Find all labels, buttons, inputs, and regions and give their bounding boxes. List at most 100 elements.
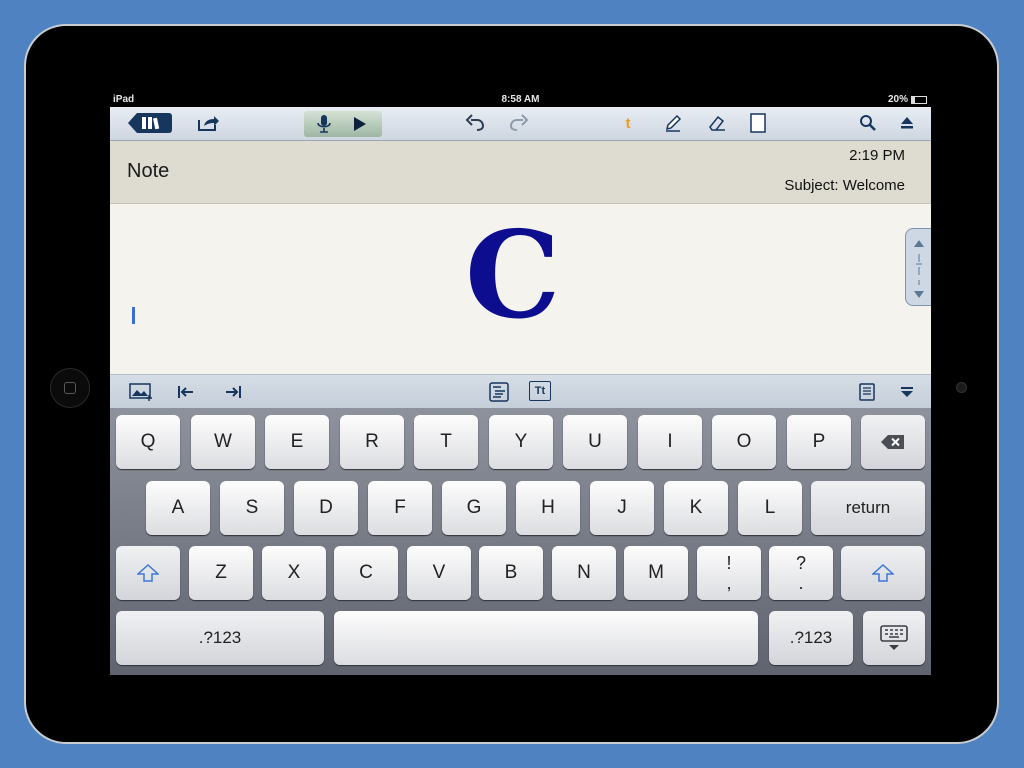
backspace-icon bbox=[881, 435, 904, 449]
status-bar: iPad 8:58 AM 20% bbox=[110, 93, 931, 107]
eraser-button[interactable] bbox=[704, 111, 730, 135]
key-o[interactable]: O bbox=[712, 415, 776, 469]
key-j[interactable]: J bbox=[590, 481, 654, 535]
eraser-icon bbox=[709, 115, 725, 131]
note-title: Note bbox=[127, 160, 170, 182]
shift-icon bbox=[872, 564, 894, 582]
share-icon bbox=[198, 116, 219, 131]
key-s[interactable]: S bbox=[220, 481, 284, 535]
key-v[interactable]: V bbox=[407, 546, 471, 600]
note-subject[interactable]: Subject: Welcome bbox=[784, 177, 905, 194]
insert-image-icon bbox=[129, 383, 152, 401]
key-b[interactable]: B bbox=[479, 546, 543, 600]
key-y[interactable]: Y bbox=[489, 415, 553, 469]
text-size-button[interactable]: Tt bbox=[529, 381, 551, 401]
return-key[interactable]: return bbox=[811, 481, 925, 535]
key-r[interactable]: R bbox=[340, 415, 404, 469]
shift-icon bbox=[137, 564, 159, 582]
undo-icon bbox=[465, 114, 485, 131]
microphone-icon bbox=[317, 115, 331, 133]
key-k[interactable]: K bbox=[664, 481, 728, 535]
screen: iPad 8:58 AM 20% t Note 2:19 PM Subject:… bbox=[110, 93, 931, 675]
on-screen-keyboard: Q W E R T Y U I O P A S D F G H J K L re… bbox=[110, 408, 931, 675]
key-t[interactable]: T bbox=[414, 415, 478, 469]
battery-indicator: 20% bbox=[888, 94, 927, 105]
numbers-key-left[interactable]: .?123 bbox=[116, 611, 324, 665]
backspace-key[interactable] bbox=[861, 415, 925, 469]
indent-button[interactable] bbox=[220, 381, 246, 403]
outdent-button[interactable] bbox=[173, 381, 199, 403]
battery-percent: 20% bbox=[887, 94, 908, 105]
page-scroller[interactable] bbox=[905, 228, 931, 306]
writing-canvas[interactable]: C bbox=[110, 204, 931, 374]
exclamation-label: ! bbox=[726, 553, 732, 573]
format-icon bbox=[489, 382, 509, 402]
note-header: Note 2:19 PM Subject: Welcome bbox=[110, 141, 931, 204]
text-tool-button[interactable]: t bbox=[616, 111, 640, 135]
audio-controls bbox=[304, 111, 382, 137]
page-view-button[interactable] bbox=[854, 381, 880, 403]
key-p[interactable]: P bbox=[787, 415, 851, 469]
key-question-period-labels: ? . bbox=[796, 553, 806, 593]
key-e[interactable]: E bbox=[265, 415, 329, 469]
redo-icon bbox=[509, 114, 529, 131]
key-h[interactable]: H bbox=[516, 481, 580, 535]
numbers-key-right[interactable]: .?123 bbox=[769, 611, 853, 665]
key-u[interactable]: U bbox=[563, 415, 627, 469]
redo-button[interactable] bbox=[506, 111, 532, 135]
eject-icon bbox=[901, 117, 913, 129]
space-bar[interactable] bbox=[334, 611, 758, 665]
indent-icon bbox=[226, 386, 241, 398]
key-w[interactable]: W bbox=[191, 415, 255, 469]
page-button[interactable] bbox=[746, 111, 770, 135]
key-d[interactable]: D bbox=[294, 481, 358, 535]
key-g[interactable]: G bbox=[442, 481, 506, 535]
page-view-icon bbox=[859, 383, 875, 401]
key-a[interactable]: A bbox=[146, 481, 210, 535]
search-icon bbox=[860, 115, 876, 131]
key-q[interactable]: Q bbox=[116, 415, 180, 469]
scroll-arrows-icon bbox=[914, 240, 924, 298]
collapse-toolbar-button[interactable] bbox=[894, 381, 920, 403]
search-button[interactable] bbox=[855, 111, 881, 135]
collapse-icon bbox=[901, 387, 913, 397]
shift-right-key[interactable] bbox=[841, 546, 925, 600]
hide-keyboard-key[interactable] bbox=[863, 611, 925, 665]
page-icon bbox=[750, 113, 766, 133]
library-button[interactable] bbox=[128, 113, 172, 133]
shift-left-key[interactable] bbox=[116, 546, 180, 600]
play-icon bbox=[354, 117, 366, 131]
edit-toolbar: Tt bbox=[110, 374, 931, 409]
library-icon bbox=[142, 117, 160, 130]
key-f[interactable]: F bbox=[368, 481, 432, 535]
insert-image-button[interactable] bbox=[128, 381, 154, 403]
key-x[interactable]: X bbox=[262, 546, 326, 600]
pen-button[interactable] bbox=[660, 111, 686, 135]
main-toolbar: t bbox=[110, 107, 931, 141]
key-exclamation-comma[interactable]: ! , bbox=[697, 546, 761, 600]
format-button[interactable] bbox=[486, 381, 512, 403]
status-time: 8:58 AM bbox=[501, 94, 540, 105]
share-button[interactable] bbox=[194, 111, 222, 135]
home-square-icon bbox=[64, 382, 76, 394]
key-i[interactable]: I bbox=[638, 415, 702, 469]
key-z[interactable]: Z bbox=[189, 546, 253, 600]
record-button[interactable] bbox=[310, 111, 338, 137]
handwritten-character: C bbox=[465, 205, 561, 346]
key-m[interactable]: M bbox=[624, 546, 688, 600]
key-question-period[interactable]: ? . bbox=[769, 546, 833, 600]
home-button[interactable] bbox=[50, 368, 90, 408]
outdent-icon bbox=[178, 386, 193, 398]
question-label: ? bbox=[795, 553, 806, 573]
period-label: . bbox=[798, 573, 804, 593]
battery-icon bbox=[911, 95, 927, 104]
undo-button[interactable] bbox=[462, 111, 488, 135]
hide-keyboard-icon bbox=[880, 625, 908, 650]
key-n[interactable]: N bbox=[552, 546, 616, 600]
eject-button[interactable] bbox=[895, 111, 919, 135]
play-button[interactable] bbox=[346, 111, 374, 137]
comma-label: , bbox=[726, 573, 732, 593]
battery-fill bbox=[912, 96, 915, 103]
key-c[interactable]: C bbox=[334, 546, 398, 600]
key-l[interactable]: L bbox=[738, 481, 802, 535]
